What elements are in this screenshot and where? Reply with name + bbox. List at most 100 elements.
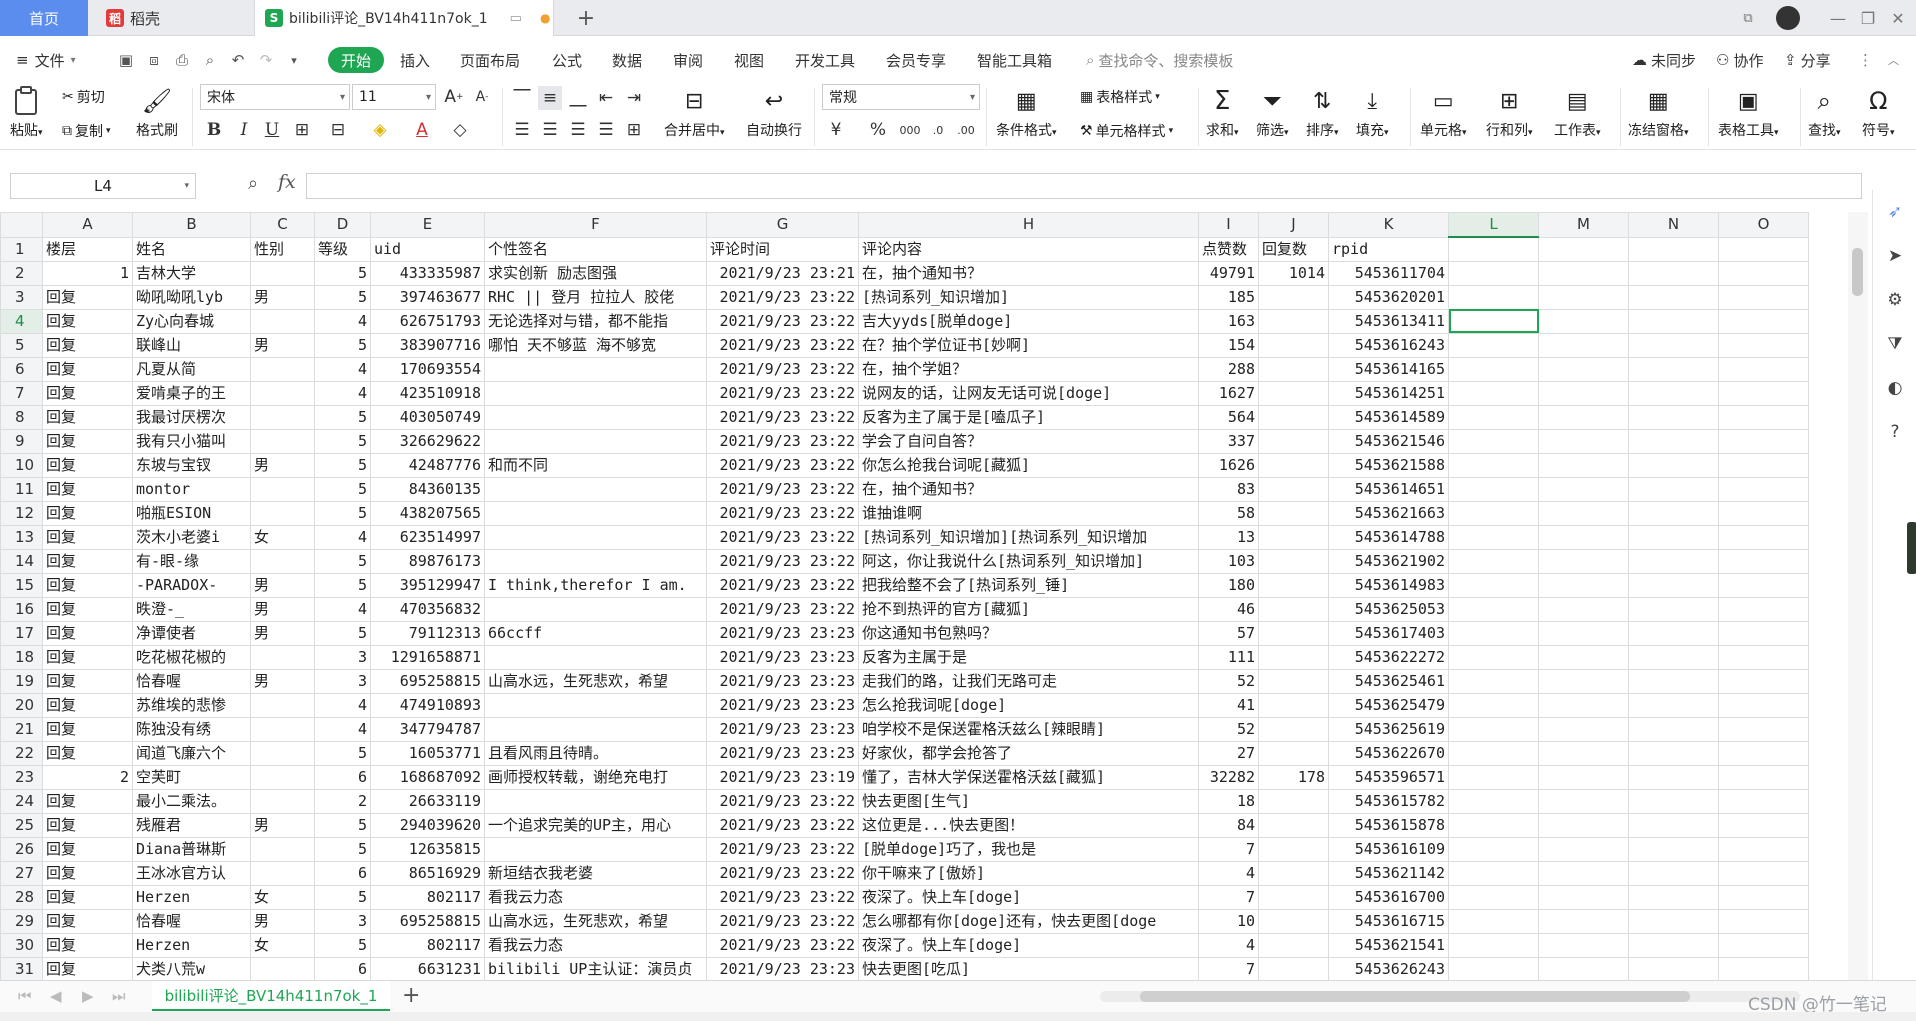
- table-cell[interactable]: 26633119: [370, 788, 485, 814]
- table-cell[interactable]: 5453616715: [1328, 908, 1449, 934]
- table-cell[interactable]: [1258, 308, 1329, 334]
- table-cell[interactable]: [1258, 380, 1329, 406]
- table-cell[interactable]: 恰春喔: [132, 908, 251, 934]
- table-cell[interactable]: 回复数: [1258, 236, 1329, 262]
- table-cell[interactable]: [1628, 644, 1719, 670]
- table-cell[interactable]: 42487776: [370, 452, 485, 478]
- bold-icon[interactable]: B: [202, 118, 226, 142]
- row-header[interactable]: 12: [0, 500, 43, 526]
- table-cell[interactable]: 1291658871: [370, 644, 485, 670]
- table-cell[interactable]: 吉大yyds[脱单doge]: [858, 308, 1199, 334]
- table-cell[interactable]: 4: [314, 524, 371, 550]
- table-cell[interactable]: RHC || 登月 拉拉人 胶佬: [484, 284, 707, 310]
- table-cell[interactable]: [1628, 452, 1719, 478]
- table-cell[interactable]: 女: [250, 524, 315, 550]
- command-search[interactable]: ⌕ 查找命令、搜索模板: [1086, 44, 1233, 76]
- font-size-select[interactable]: 11 ▾: [352, 84, 436, 110]
- table-cell[interactable]: [484, 644, 707, 670]
- window-layout-icon[interactable]: ⧉: [1730, 0, 1766, 36]
- font-name-select[interactable]: 宋体 ▾: [200, 84, 350, 110]
- zoom-formula-icon[interactable]: ⌕: [248, 173, 258, 194]
- table-cell[interactable]: 178: [1258, 764, 1329, 790]
- row-header[interactable]: 25: [0, 812, 43, 838]
- table-cell[interactable]: [1538, 812, 1629, 838]
- table-cell[interactable]: 2021/9/23 23:22: [706, 524, 859, 550]
- table-cell[interactable]: 2021/9/23 23:22: [706, 428, 859, 454]
- table-cell[interactable]: 5453615782: [1328, 788, 1449, 814]
- save-icon[interactable]: ▣: [116, 50, 136, 70]
- table-cell[interactable]: 新垣结衣我老婆: [484, 860, 707, 886]
- table-cell[interactable]: [1538, 284, 1629, 310]
- table-cell[interactable]: 4: [314, 356, 371, 382]
- table-cell[interactable]: 347794787: [370, 716, 485, 742]
- table-cell[interactable]: 5453614983: [1328, 572, 1449, 598]
- table-cell[interactable]: [1718, 932, 1809, 958]
- table-cell[interactable]: [1718, 668, 1809, 694]
- table-cell[interactable]: [1258, 452, 1329, 478]
- table-cell[interactable]: bilibili UP主认证：演员贞: [484, 956, 707, 980]
- table-cell[interactable]: 学会了自问自答？: [858, 428, 1199, 454]
- table-cell[interactable]: 2021/9/23 23:23: [706, 692, 859, 718]
- table-cell[interactable]: 楼层: [42, 236, 133, 262]
- table-cell[interactable]: 2021/9/23 23:23: [706, 620, 859, 646]
- row-header[interactable]: 19: [0, 668, 43, 694]
- table-cell[interactable]: [250, 860, 315, 886]
- table-cell[interactable]: rpid: [1328, 236, 1449, 262]
- table-cell[interactable]: 4: [314, 596, 371, 622]
- table-cell[interactable]: 且看风雨且待晴。: [484, 740, 707, 766]
- table-cell[interactable]: [1448, 404, 1539, 430]
- table-cell[interactable]: [1628, 356, 1719, 382]
- table-cell[interactable]: 说网友的话，让网友无话可说[doge]: [858, 380, 1199, 406]
- table-cell[interactable]: [1718, 500, 1809, 526]
- cell-style-button[interactable]: ⚒ 单元格样式 ▾: [1080, 118, 1173, 144]
- wrap-text-button[interactable]: ↩ 自动换行: [746, 84, 802, 140]
- symbol-button[interactable]: Ω 符号▾: [1862, 84, 1895, 140]
- table-cell[interactable]: 空芙町: [132, 764, 251, 790]
- table-cell[interactable]: 女: [250, 932, 315, 958]
- table-cell[interactable]: 5: [314, 404, 371, 430]
- table-cell[interactable]: [1258, 668, 1329, 694]
- column-header[interactable]: I: [1198, 212, 1259, 238]
- table-cell[interactable]: [1538, 500, 1629, 526]
- table-cell[interactable]: Diana普琳斯: [132, 836, 251, 862]
- table-cell[interactable]: [1448, 284, 1539, 310]
- table-cell[interactable]: [484, 788, 707, 814]
- table-cell[interactable]: 5453621588: [1328, 452, 1449, 478]
- tab-data[interactable]: 数据: [612, 44, 642, 76]
- table-cell[interactable]: [1718, 548, 1809, 574]
- table-cell[interactable]: [1628, 956, 1719, 980]
- table-cell[interactable]: 5453626243: [1328, 956, 1449, 980]
- column-header[interactable]: H: [858, 212, 1199, 238]
- row-header[interactable]: 3: [0, 284, 43, 310]
- table-cell[interactable]: 6: [314, 956, 371, 980]
- table-cell[interactable]: [1538, 764, 1629, 790]
- table-cell[interactable]: 16053771: [370, 740, 485, 766]
- table-cell[interactable]: [1448, 572, 1539, 598]
- table-cell[interactable]: [250, 692, 315, 718]
- table-cell[interactable]: 2021/9/23 23:22: [706, 404, 859, 430]
- table-cell[interactable]: 5453616243: [1328, 332, 1449, 358]
- table-cell[interactable]: 5: [314, 836, 371, 862]
- table-cell[interactable]: 5453614165: [1328, 356, 1449, 382]
- table-cell[interactable]: [1718, 836, 1809, 862]
- table-cell[interactable]: [1718, 236, 1809, 262]
- table-cell[interactable]: 茨木小老婆i: [132, 524, 251, 550]
- table-cell[interactable]: 5453625461: [1328, 668, 1449, 694]
- table-cell[interactable]: [脱单doge]巧了，我也是: [858, 836, 1199, 862]
- export-icon[interactable]: ⧈: [144, 50, 164, 70]
- table-cell[interactable]: [1538, 572, 1629, 598]
- table-cell[interactable]: 1627: [1198, 380, 1259, 406]
- table-cell[interactable]: [1718, 380, 1809, 406]
- table-cell[interactable]: 111: [1198, 644, 1259, 670]
- table-cell[interactable]: 陈独没有绣: [132, 716, 251, 742]
- row-header[interactable]: 9: [0, 428, 43, 454]
- table-cell[interactable]: [484, 380, 707, 406]
- table-cell[interactable]: 5: [314, 548, 371, 574]
- table-cell[interactable]: [1258, 716, 1329, 742]
- table-cell[interactable]: 7: [1198, 836, 1259, 862]
- table-cell[interactable]: 男: [250, 452, 315, 478]
- table-cell[interactable]: 爱啃桌子的王: [132, 380, 251, 406]
- table-cell[interactable]: [1718, 452, 1809, 478]
- table-cell[interactable]: 294039620: [370, 812, 485, 838]
- last-sheet-icon[interactable]: ⏭: [112, 987, 126, 1005]
